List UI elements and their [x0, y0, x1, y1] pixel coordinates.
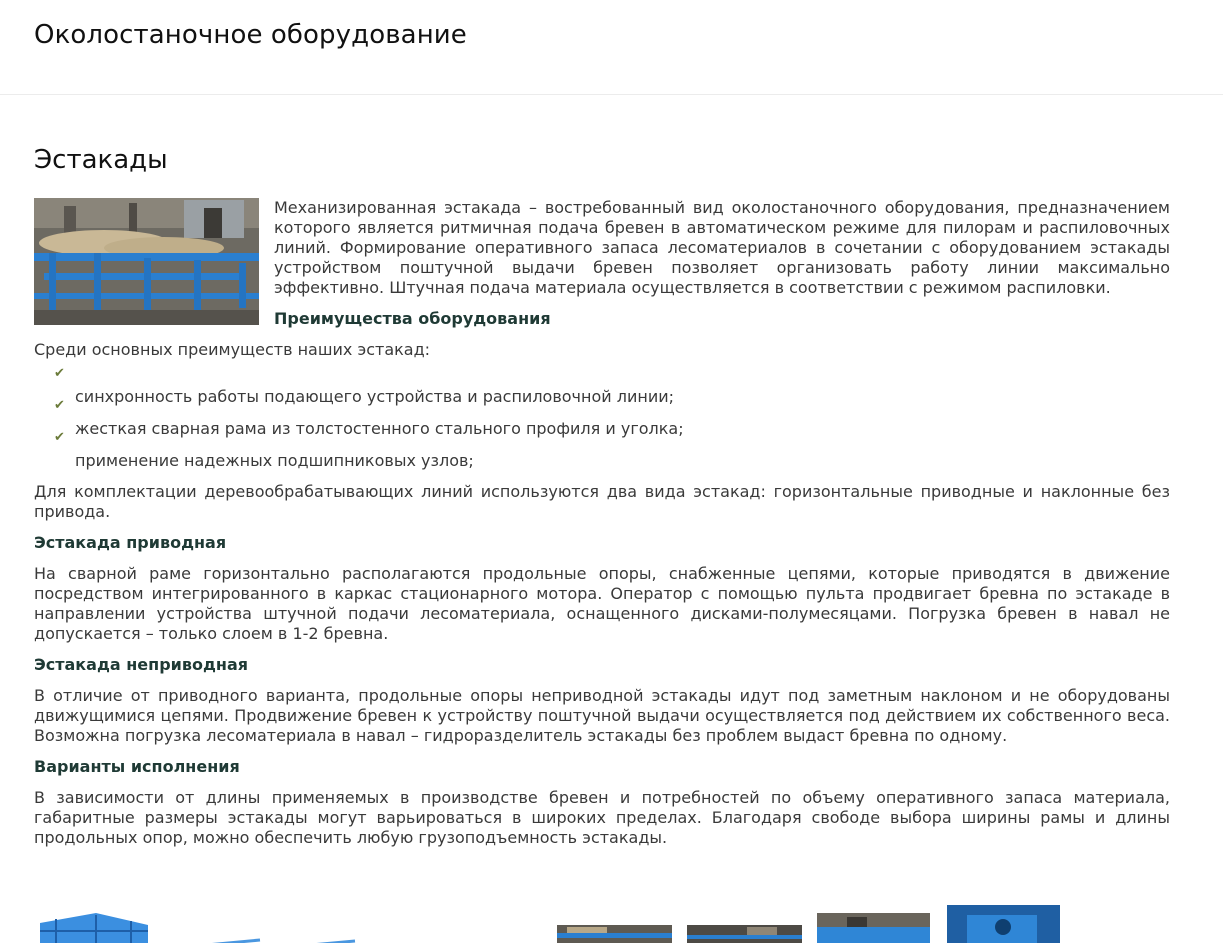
- gallery-thumb[interactable]: [557, 925, 672, 943]
- gallery-thumb-drawing: [557, 925, 672, 943]
- gallery-thumb[interactable]: [817, 913, 930, 943]
- check-icon: ✔: [54, 366, 65, 381]
- advantages-list: ✔ синхронность работы подающего устройст…: [34, 366, 1170, 470]
- intro-block: Механизированная эстакада – востребованн…: [34, 198, 1170, 340]
- page-header: Околостаночное оборудование: [0, 0, 1223, 95]
- gallery-thumb[interactable]: [36, 911, 152, 943]
- gallery-thumb[interactable]: [190, 933, 360, 943]
- variants-text: В зависимости от длины применяемых в про…: [34, 788, 1170, 847]
- variants-heading: Варианты исполнения: [34, 757, 240, 776]
- gallery-thumb-drawing: [36, 911, 152, 943]
- estakada-photo[interactable]: [34, 198, 259, 325]
- gallery-thumb[interactable]: [687, 925, 802, 943]
- check-icon: ✔: [54, 398, 65, 413]
- list-item: ✔ применение надежных подшипниковых узло…: [34, 430, 1170, 470]
- list-item: ✔ жесткая сварная рама из толстостенного…: [34, 398, 1170, 438]
- driven-text: На сварной раме горизонтально располагаю…: [34, 564, 1170, 643]
- gallery-thumb-drawing: [190, 938, 360, 943]
- advantages-lead: Среди основных преимуществ наших эстакад…: [34, 340, 431, 359]
- driven-heading: Эстакада приводная: [34, 533, 227, 552]
- types-text: Для комплектации деревообрабатывающих ли…: [34, 482, 1170, 521]
- gallery-thumb-drawing: [687, 925, 802, 943]
- page-title: Околостаночное оборудование: [34, 20, 467, 50]
- list-item: ✔ синхронность работы подающего устройст…: [34, 366, 1170, 406]
- list-item-text: применение надежных подшипниковых узлов;: [75, 451, 474, 470]
- check-icon: ✔: [54, 430, 65, 445]
- gallery-thumb[interactable]: [947, 905, 1060, 943]
- nondriven-text: В отличие от приводного варианта, продол…: [34, 686, 1170, 745]
- gallery-thumb-drawing: [817, 913, 930, 943]
- gallery-thumb-drawing: [947, 905, 1060, 943]
- estakada-photo-drawing: [34, 198, 259, 325]
- section-title: Эстакады: [34, 145, 168, 175]
- photo-gallery: [0, 905, 1223, 943]
- nondriven-heading: Эстакада неприводная: [34, 655, 249, 674]
- article: Эстакады Механизированная эстакада – вос…: [34, 140, 1170, 859]
